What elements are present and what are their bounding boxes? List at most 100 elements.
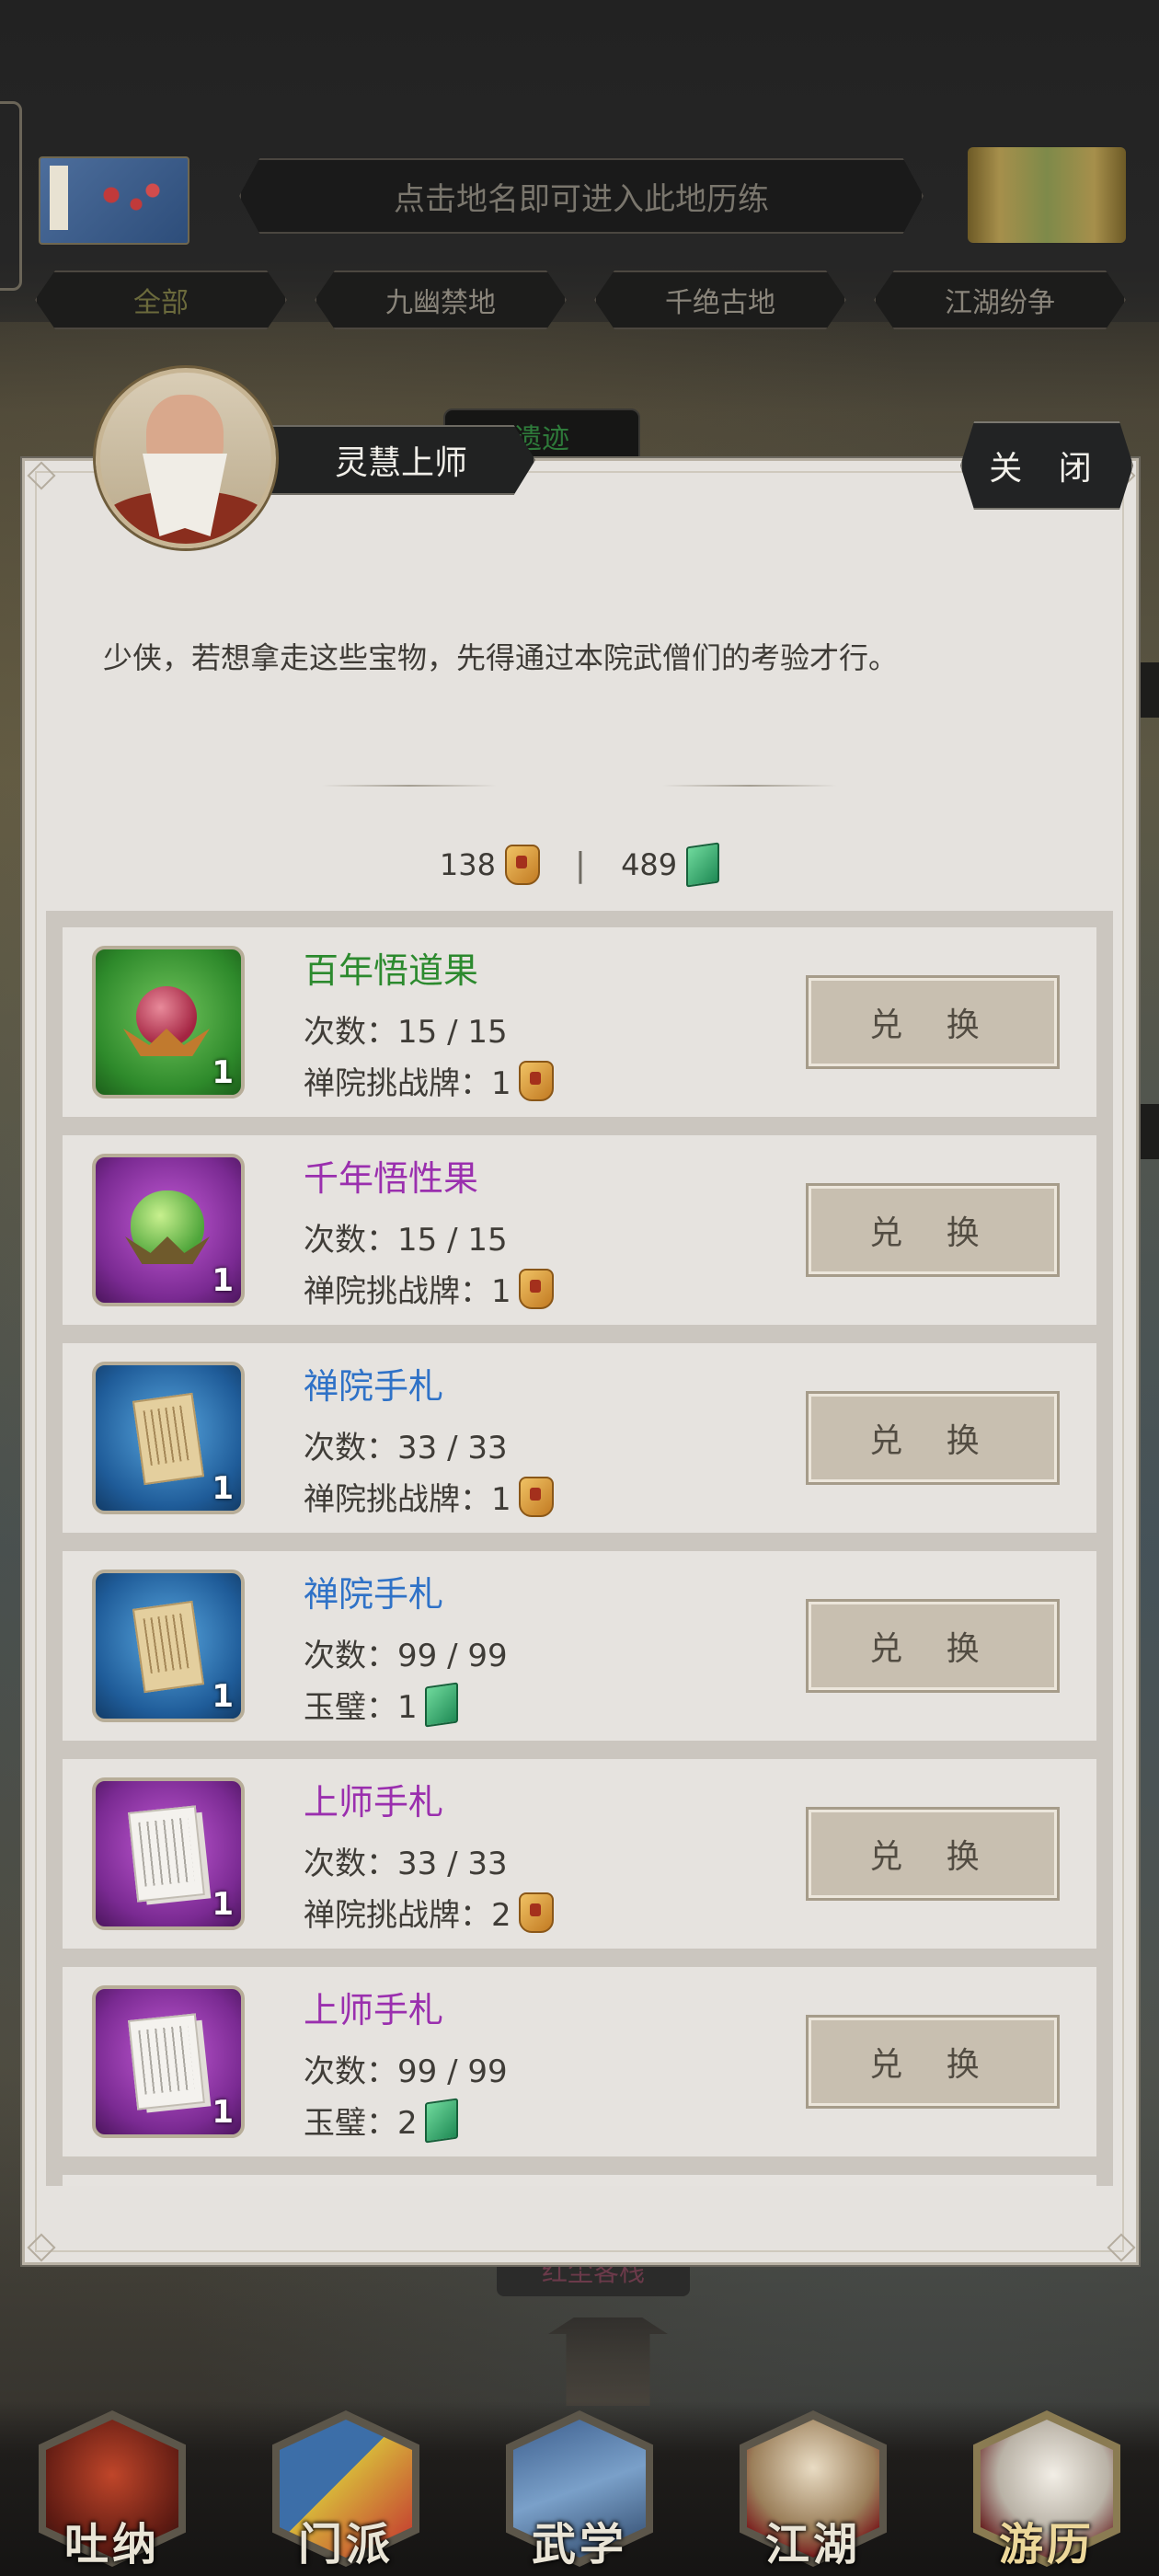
item-cost: 禅院挑战牌：1 (304, 1266, 554, 1311)
exchange-button[interactable]: 兑 换 (806, 975, 1060, 1069)
challenge-token-icon (518, 1892, 554, 1933)
exchange-button[interactable]: 兑 换 (806, 1599, 1060, 1693)
tab-all[interactable]: 全部 (35, 270, 287, 329)
jade-icon (686, 842, 720, 888)
nav-label: 门派 (297, 2519, 394, 2570)
paper-notes-icon[interactable]: 1 (92, 1777, 245, 1930)
item-cost: 禅院挑战牌：1 (304, 1474, 554, 1519)
item-quantity: 1 (212, 1886, 234, 1923)
list-item: 1 千年悟性果 次数：15 / 15 禅院挑战牌：1 兑 换 (63, 1135, 1096, 1325)
list-item: 1 上师手札 次数：99 / 99 玉璧：2 兑 换 (63, 1967, 1096, 2156)
tab-jianghu[interactable]: 江湖纷争 (874, 270, 1126, 329)
nav-jianghu[interactable]: 江湖 (736, 2410, 890, 2574)
green-fruit-icon[interactable]: 1 (92, 1154, 245, 1306)
ornament-divider-left (322, 780, 497, 791)
nav-sect[interactable]: 门派 (269, 2410, 423, 2574)
item-name: 禅院手札 (304, 1366, 444, 1407)
nav-label: 游历 (998, 2519, 1095, 2570)
list-item (63, 2175, 1096, 2186)
item-cost-label: 玉璧：1 (304, 1689, 418, 1726)
sheets-graphic (128, 1805, 205, 1903)
jade-amount: 489 (621, 847, 678, 882)
nav-travel[interactable]: 游历 (970, 2410, 1124, 2574)
exchange-button[interactable]: 兑 换 (806, 1807, 1060, 1901)
challenge-token-icon (518, 1060, 554, 1101)
item-exchange-count: 次数：33 / 33 (304, 1846, 508, 1882)
exchange-button[interactable]: 兑 换 (806, 2015, 1060, 2109)
item-name: 百年悟道果 (304, 950, 479, 991)
currency-row: 138 | 489 (0, 837, 1159, 892)
npc-name-plate: 灵慧上师 (267, 425, 535, 495)
tab-jiuyou[interactable]: 九幽禁地 (315, 270, 567, 329)
paper-notes-icon[interactable]: 1 (92, 1985, 245, 2138)
jade-icon (424, 2097, 458, 2144)
close-button[interactable]: 关 闭 (960, 421, 1133, 510)
item-cost-label: 玉璧：2 (304, 2105, 418, 2142)
item-cost-label: 禅院挑战牌：2 (304, 1897, 511, 1934)
scroll-painting-button[interactable] (39, 156, 189, 245)
plum-blossom-icon (86, 177, 169, 223)
item-exchange-count: 次数：33 / 33 (304, 1430, 508, 1466)
item-name: 上师手札 (304, 1782, 444, 1823)
item-cost: 玉璧：2 (304, 2097, 458, 2144)
npc-avatar (96, 368, 276, 548)
left-panel-edge (0, 101, 22, 291)
npc-name: 灵慧上师 (334, 444, 467, 482)
item-cost: 禅院挑战牌：1 (304, 1058, 554, 1103)
tab-label: 全部 (133, 287, 189, 319)
nav-label: 武学 (531, 2519, 627, 2570)
world-map-scroll-button[interactable] (968, 147, 1126, 243)
nav-martial[interactable]: 武学 (502, 2410, 657, 2574)
item-cost: 禅院挑战牌：2 (304, 1890, 554, 1935)
exchange-button[interactable]: 兑 换 (806, 1391, 1060, 1485)
challenge-token-icon (504, 845, 540, 885)
item-cost: 玉璧：1 (304, 1681, 458, 1728)
exchange-button-label: 兑 换 (869, 1838, 996, 1876)
item-quantity: 1 (212, 2094, 234, 2131)
item-quantity: 1 (212, 1678, 234, 1715)
exchange-list[interactable]: 1 百年悟道果 次数：15 / 15 禅院挑战牌：1 兑 换 1 千年悟性果 次… (46, 911, 1113, 2186)
exchange-button-label: 兑 换 (869, 1422, 996, 1460)
sheets-graphic (128, 2013, 205, 2110)
nav-label: 吐纳 (63, 2519, 160, 2570)
item-exchange-count: 次数：99 / 99 (304, 2053, 508, 2090)
close-button-label: 关 闭 (989, 450, 1105, 488)
currency-separator: | (574, 845, 587, 884)
nav-label: 江湖 (764, 2519, 861, 2570)
npc-message: 少侠，若想拿走这些宝物，先得通过本院武僧们的考验才行。 (103, 640, 899, 675)
ornament-divider-right (662, 780, 837, 791)
item-cost-label: 禅院挑战牌：1 (304, 1273, 511, 1310)
notes-graphic (132, 1600, 205, 1694)
item-name: 千年悟性果 (304, 1158, 479, 1199)
tab-label: 九幽禁地 (385, 287, 496, 319)
exchange-button-label: 兑 换 (869, 1006, 996, 1044)
item-quantity: 1 (212, 1054, 234, 1091)
scroll-notes-icon[interactable]: 1 (92, 1570, 245, 1722)
tab-label: 江湖纷争 (945, 287, 1055, 319)
nav-tuna[interactable]: 吐纳 (35, 2410, 189, 2574)
item-quantity: 1 (212, 1470, 234, 1507)
item-cost-label: 禅院挑战牌：1 (304, 1481, 511, 1518)
item-exchange-count: 次数：15 / 15 (304, 1222, 508, 1259)
challenge-token-icon (518, 1268, 554, 1309)
fruit-graphic (131, 1190, 204, 1262)
item-cost-label: 禅院挑战牌：1 (304, 1065, 511, 1102)
item-exchange-count: 次数：99 / 99 (304, 1638, 508, 1674)
list-item: 1 百年悟道果 次数：15 / 15 禅院挑战牌：1 兑 换 (63, 927, 1096, 1117)
scroll-notes-icon[interactable]: 1 (92, 1362, 245, 1514)
tab-qianjue[interactable]: 千绝古地 (594, 270, 846, 329)
item-exchange-count: 次数：15 / 15 (304, 1014, 508, 1051)
item-name: 禅院手札 (304, 1574, 444, 1615)
list-item: 1 禅院手札 次数：33 / 33 禅院挑战牌：1 兑 换 (63, 1343, 1096, 1533)
item-quantity: 1 (212, 1262, 234, 1299)
hint-banner-text: 点击地名即可进入此地历练 (394, 180, 769, 218)
red-fruit-icon[interactable]: 1 (92, 946, 245, 1098)
exchange-button-label: 兑 换 (869, 2046, 996, 2084)
jade-icon (424, 1681, 458, 1728)
list-item: 1 禅院手札 次数：99 / 99 玉璧：1 兑 换 (63, 1551, 1096, 1741)
scroll-label-strip (50, 166, 68, 230)
exchange-button-label: 兑 换 (869, 1214, 996, 1252)
tab-label: 千绝古地 (665, 287, 775, 319)
exchange-button[interactable]: 兑 换 (806, 1183, 1060, 1277)
item-name: 上师手札 (304, 1990, 444, 2030)
